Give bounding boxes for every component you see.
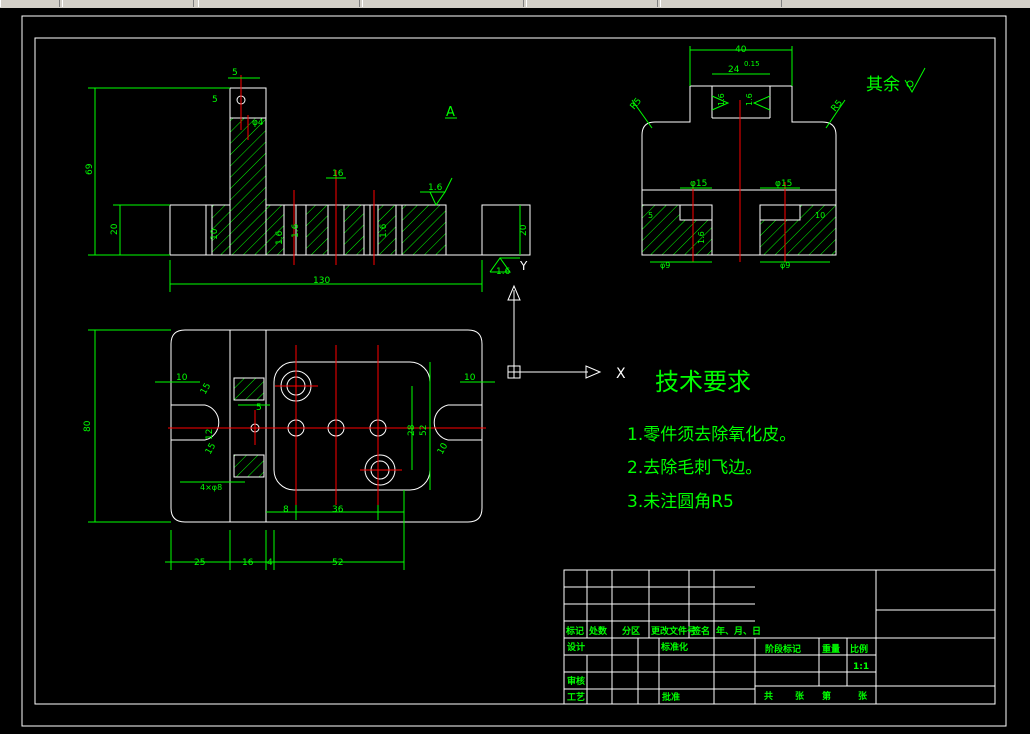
dim-r10: 10: [436, 441, 451, 456]
dim-tolerance: 0.15: [744, 60, 760, 68]
dim-phi4: φ4: [252, 118, 264, 128]
dim-8: 8: [283, 505, 289, 515]
tb-header-date: 年、月、日: [716, 625, 761, 637]
dim-5-vertical: 5: [212, 95, 218, 105]
dim-phi9-right: φ9: [780, 261, 790, 270]
dim-5: 5: [232, 68, 238, 78]
dim-69: 69: [85, 163, 95, 175]
dim-r5-left: R5: [629, 96, 644, 112]
dim-r15: 15: [199, 382, 213, 397]
dim-52: 52: [332, 558, 343, 568]
tb-approve: 批准: [662, 691, 680, 703]
toolbar-segment[interactable]: [0, 0, 60, 7]
roughness-note-qiyu: 其余: [866, 75, 900, 95]
dim-28: 28: [407, 424, 417, 436]
dim-20-right: 20: [519, 224, 529, 236]
toolbar-segment[interactable]: [526, 0, 658, 7]
dim-phi15-left: φ15: [690, 179, 707, 189]
toolbar-segment[interactable]: [62, 0, 194, 7]
dim-40: 40: [735, 45, 747, 55]
dim-52-vertical: 52: [419, 425, 429, 436]
tech-heading: 技术要求: [655, 368, 751, 396]
side-view: 40 24 0.15 1.6 1.6 1.6 R5 R5 φ15 φ15 5 1…: [629, 45, 926, 270]
application-toolbar-strip: [0, 0, 1030, 8]
dim-phi9-left: φ9: [660, 261, 670, 270]
dim-10-side: 10: [815, 211, 825, 220]
dim-80: 80: [83, 420, 93, 432]
tb-header-sign: 签名: [691, 625, 710, 637]
dim-25: 25: [194, 558, 205, 568]
tb-review: 审核: [567, 675, 585, 687]
tb-sheets: 张: [795, 690, 805, 702]
ucs-y-label: Y: [519, 259, 528, 273]
tb-scale-value: 1:1: [853, 662, 869, 672]
dim-16: 16: [332, 169, 344, 179]
toolbar-segment[interactable]: [198, 0, 360, 7]
tech-item-2: 2.去除毛刺飞边。: [627, 458, 762, 478]
top-view: 80 10 10 25 16 4 52 8 36 5 28 52 15 12 1…: [83, 329, 495, 570]
dim-15-arc: 15: [204, 442, 218, 457]
dim-5-side: 5: [648, 211, 653, 220]
tb-header-change-doc: 更改文件号: [651, 625, 696, 637]
tb-process: 工艺: [567, 691, 585, 703]
tb-scale: 比例: [850, 643, 868, 655]
tech-item-1: 1.零件须去除氧化皮。: [627, 425, 796, 445]
front-view: 5 5 69 20 130 10 16 φ4 1.6 1.6 1.6 1.6 2…: [85, 68, 531, 292]
tb-total: 共: [764, 690, 773, 702]
tb-design: 设计: [567, 641, 585, 653]
toolbar-segment[interactable]: [660, 0, 782, 7]
hole-note: 4×φ8: [200, 483, 222, 492]
side-roughness-1.6: 1.6: [717, 93, 726, 106]
side-roughness-1.6-c: 1.6: [697, 231, 706, 244]
tb-header-mark: 标记: [565, 625, 584, 637]
tb-sheet-label: 张: [858, 690, 868, 702]
title-block: 标记 处数 分区 更改文件号 签名 年、月、日 设计 标准化 审核 工艺 批准 …: [563, 569, 996, 705]
toolbar-segment[interactable]: [362, 0, 524, 7]
dim-phi15-right: φ15: [775, 179, 792, 189]
side-roughness-1.6-b: 1.6: [745, 93, 754, 106]
tb-header-zone: 分区: [622, 625, 640, 637]
dim-5-top: 5: [256, 403, 262, 413]
dim-r5-right: R5: [830, 98, 845, 114]
roughness-1.6-e: 1.6: [275, 230, 285, 245]
tb-header-count: 处数: [588, 625, 608, 637]
ucs-x-label: X: [616, 366, 626, 382]
tb-sheet-no: 第: [822, 690, 831, 702]
dim-20: 20: [110, 223, 120, 235]
technical-requirements: 技术要求 1.零件须去除氧化皮。 2.去除毛刺飞边。 3.未注圆角R5: [627, 368, 796, 512]
dim-24: 24: [728, 65, 740, 75]
tb-standardization: 标准化: [660, 641, 688, 653]
dim-10-right: 10: [464, 373, 476, 383]
roughness-1.6-b: 1.6: [496, 267, 511, 277]
dim-10-left: 10: [176, 373, 188, 383]
dim-4: 4: [267, 558, 273, 568]
ucs-icon[interactable]: X Y: [507, 259, 626, 382]
dim-16-top: 16: [242, 558, 254, 568]
tech-item-3: 3.未注圆角R5: [627, 492, 734, 512]
roughness-1.6-c: 1.6: [291, 223, 301, 238]
dim-r12: 12: [205, 429, 215, 440]
drawing-frame: [34, 37, 996, 705]
dim-10: 10: [210, 228, 220, 240]
view-label-a: A: [446, 105, 455, 120]
roughness-1.6-d: 1.6: [379, 223, 389, 238]
drawing-canvas[interactable]: 5 5 69 20 130 10 16 φ4 1.6 1.6 1.6 1.6 2…: [0, 8, 1030, 734]
tb-weight: 重量: [822, 643, 840, 655]
tb-stage-mark: 阶段标记: [765, 643, 801, 655]
dim-130: 130: [313, 276, 330, 286]
roughness-1.6-a: 1.6: [428, 183, 443, 193]
dim-36: 36: [332, 505, 344, 515]
